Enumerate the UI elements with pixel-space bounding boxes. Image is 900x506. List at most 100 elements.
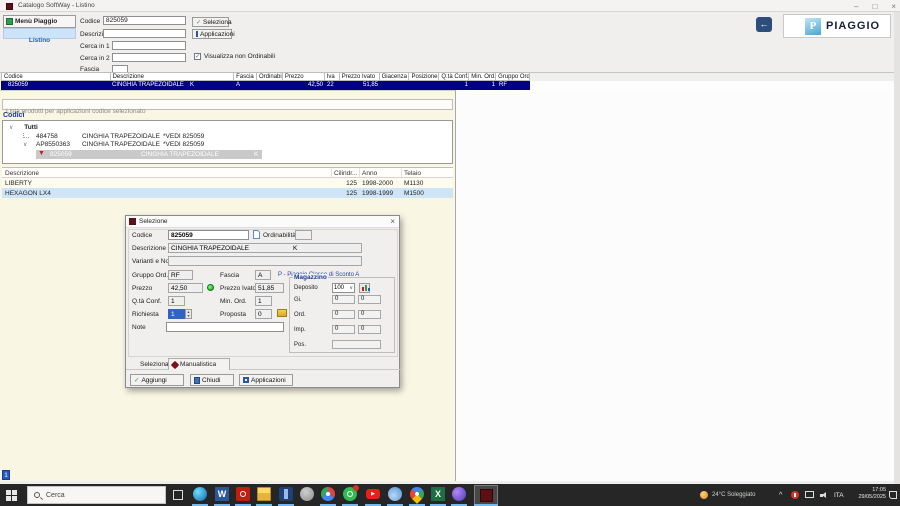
tree-item[interactable]: 484758 CINGHIA TRAPEZOIDALE *VEDI 825059	[23, 133, 29, 140]
menu-icon	[6, 18, 13, 25]
stock-chart-icon[interactable]	[359, 283, 370, 293]
document-icon[interactable]	[253, 230, 260, 239]
cerca1-input[interactable]	[112, 41, 186, 50]
col-header[interactable]: Prezzo	[283, 73, 325, 80]
tab-manualistica[interactable]: Manualistica	[168, 358, 230, 370]
codice-input[interactable]	[103, 16, 186, 25]
models-col-header[interactable]: Anno	[360, 168, 402, 177]
col-header[interactable]: Min. Ord.	[469, 73, 496, 80]
col-header[interactable]: Iva	[325, 73, 340, 80]
ordinabili-checkbox[interactable]: ✓	[194, 53, 201, 60]
blue-app-glyph	[284, 489, 288, 499]
purple-app-icon[interactable]	[452, 487, 466, 501]
cell-variante: K	[190, 82, 194, 88]
descrizione-input[interactable]	[103, 29, 186, 38]
pos-field	[332, 340, 381, 349]
file-explorer-icon[interactable]	[257, 487, 271, 501]
tray-language[interactable]: ITA	[834, 492, 844, 499]
close-button[interactable]: ×	[891, 2, 896, 11]
model-cilindrata: 125	[332, 188, 360, 198]
deposito-select[interactable]: 100 ∨	[332, 283, 355, 293]
applicazioni-button[interactable]: Applicazioni	[192, 29, 232, 39]
chart-bar	[362, 287, 364, 291]
maps-icon[interactable]	[407, 484, 427, 504]
tray-alert-icon[interactable]	[791, 491, 799, 499]
seleziona-button[interactable]: ✓ Seleziona	[192, 17, 229, 27]
speaker-icon[interactable]	[820, 492, 828, 499]
table-row-selected[interactable]: 825059 CINGHIA TRAPEZOIDALE K A 42,50 22…	[1, 81, 530, 90]
active-app-button[interactable]	[474, 485, 498, 505]
models-row-selected[interactable]: HEXAGON LX4 125 1998-1999 M1500	[2, 188, 453, 198]
sidebar-item-listino[interactable]: Listino	[3, 28, 76, 39]
richiesta-spinner[interactable]: ▲ ▼	[185, 309, 192, 319]
col-header[interactable]: Q.tà Conf.	[439, 73, 469, 80]
excel-icon[interactable]: X	[431, 487, 445, 501]
acrobat-icon[interactable]	[236, 487, 250, 501]
edge-icon[interactable]	[193, 487, 207, 501]
tray-clock[interactable]: 17:05 29/05/2025	[848, 487, 886, 501]
dlg-applicazioni-button[interactable]: Applicazioni	[239, 374, 293, 386]
word-icon[interactable]: W	[215, 487, 229, 501]
dlg-qta-label: Q.tà Conf.	[132, 298, 162, 306]
col-header[interactable]: Codice	[2, 73, 111, 80]
checkbox-check-icon: ✓	[195, 54, 200, 60]
window-title: Catalogo SoftWay - Listino	[18, 2, 95, 10]
weather-icon[interactable]	[700, 491, 708, 499]
chiudi-button[interactable]: Chiudi	[190, 374, 234, 386]
folder-icon[interactable]	[277, 309, 287, 317]
notification-badge	[353, 485, 359, 491]
models-col-header[interactable]: Cilindr...	[332, 168, 360, 177]
models-col-header[interactable]: Descrizione	[2, 168, 332, 177]
col-header[interactable]: Ordinabilità	[257, 73, 283, 80]
back-arrow-icon: ←	[760, 19, 769, 29]
maximize-button[interactable]: □	[872, 2, 877, 11]
col-header[interactable]: Fascia	[234, 73, 257, 80]
youtube-icon[interactable]: ▶	[366, 489, 380, 499]
col-header[interactable]: Giacenza	[380, 73, 410, 80]
tree-sel-variante: K	[254, 151, 258, 158]
whatsapp-icon[interactable]	[343, 487, 357, 501]
dlg-fascia-value: A	[258, 272, 262, 279]
col-header[interactable]: Prezzo Ivato	[340, 73, 380, 80]
tree-item-selected[interactable]: ▼ 825059 CINGHIA TRAPEZOIDALE K	[36, 150, 262, 159]
aggiungi-button[interactable]: ✓ Aggiungi	[130, 374, 184, 386]
notification-center-icon[interactable]	[889, 491, 897, 499]
gray-app-icon[interactable]	[300, 487, 314, 501]
expander-icon[interactable]: ∨	[9, 125, 13, 131]
start-button[interactable]	[6, 490, 17, 501]
blue-app-icon[interactable]	[279, 487, 293, 501]
piaggio-logo-icon: P	[805, 18, 821, 35]
chrome-icon[interactable]	[321, 487, 335, 501]
col-header[interactable]: Gruppo Ord.	[496, 73, 529, 80]
dialog-close-button[interactable]: ×	[390, 217, 395, 226]
cloud-app-icon[interactable]	[388, 487, 402, 501]
tray-chevron-icon[interactable]: ^	[779, 492, 782, 499]
dlg-richiesta-field[interactable]: 1	[168, 309, 185, 319]
cell-prezzo: 42,50	[283, 81, 325, 90]
cell-posizione	[410, 81, 440, 90]
cell-min-ord: 1	[470, 81, 497, 90]
task-view-icon[interactable]	[173, 490, 183, 500]
excel-letter: X	[435, 489, 441, 499]
weather-text[interactable]: 24°C Soleggiato	[712, 492, 755, 498]
cerca2-input[interactable]	[112, 53, 186, 62]
back-button[interactable]: ←	[756, 17, 772, 32]
models-row[interactable]: LIBERTY 125 1998-2000 M1130	[2, 178, 453, 188]
aggiungi-label: Aggiungi	[141, 377, 166, 384]
panel-header-text: Lista prodotti per applicazioni codice s…	[6, 108, 145, 115]
magazzino-title: Magazzino	[293, 274, 328, 281]
col-header[interactable]: Descrizione	[111, 73, 235, 80]
col-header[interactable]: Posizione	[409, 73, 439, 80]
dlg-note-input[interactable]	[166, 322, 284, 332]
tree-root-row[interactable]: ∨ Tutti	[9, 124, 38, 131]
model-anno: 1998-1999	[360, 188, 402, 198]
whatsapp-glyph	[347, 491, 353, 497]
tree-item[interactable]: ∨ AP8550363 CINGHIA TRAPEZOIDALE *VEDI 8…	[23, 141, 27, 148]
models-col-header[interactable]: Telaio	[402, 168, 453, 177]
network-icon[interactable]	[805, 491, 814, 498]
minimize-button[interactable]: –	[854, 2, 858, 11]
dlg-codice-field[interactable]: 825059	[168, 230, 249, 240]
spinner-down-icon[interactable]: ▼	[186, 314, 191, 318]
taskbar-search[interactable]: Cerca	[27, 486, 166, 504]
expander-icon[interactable]: ∨	[23, 142, 27, 148]
